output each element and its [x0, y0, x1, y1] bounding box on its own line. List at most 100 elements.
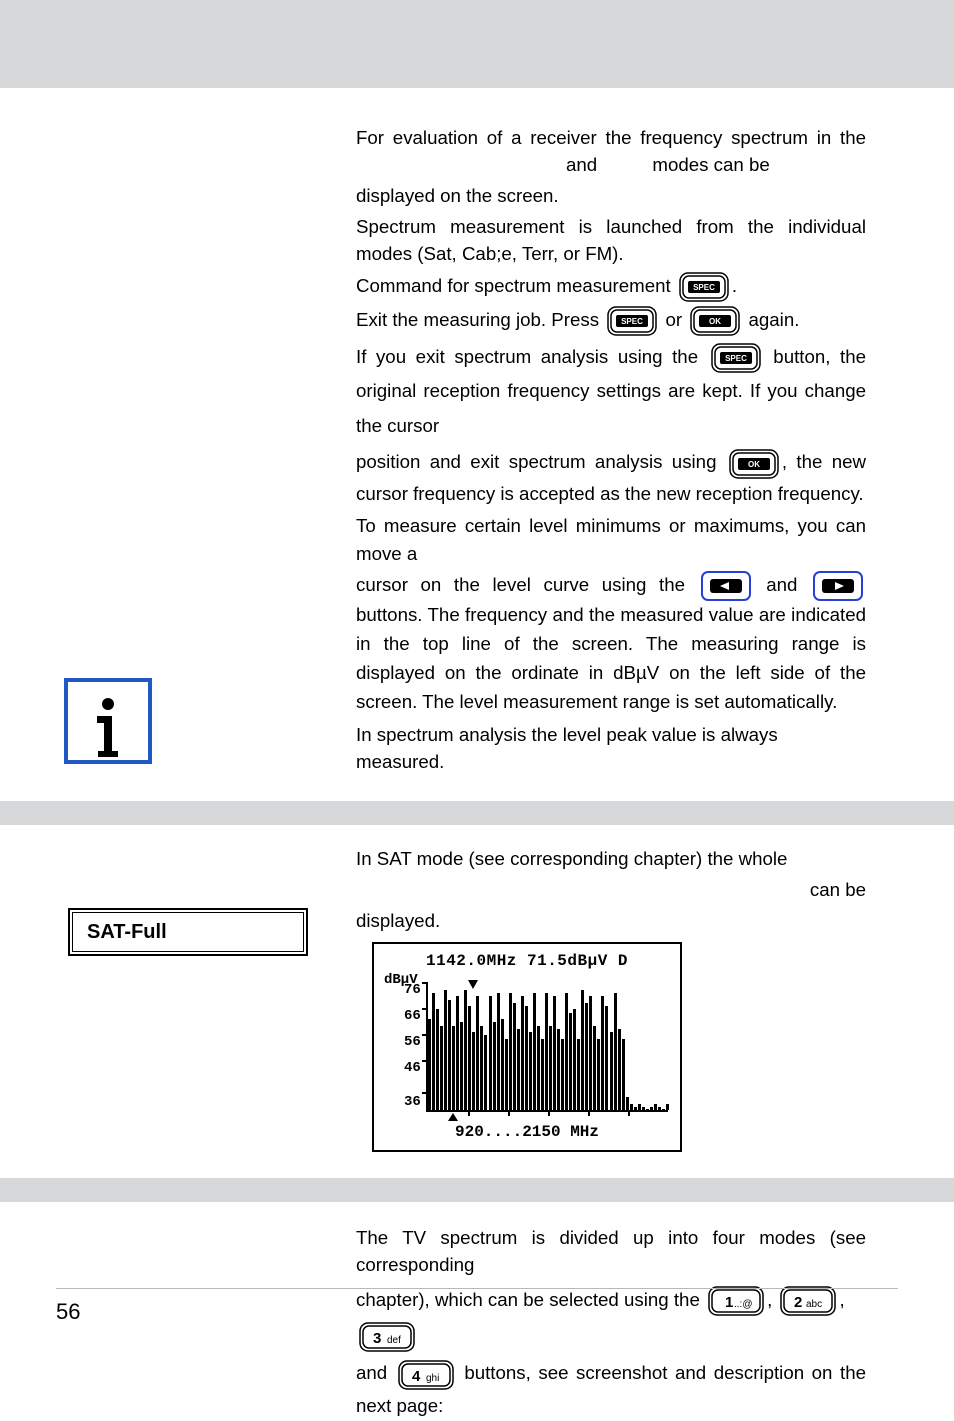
chart-bar	[593, 1026, 596, 1111]
t: In SAT mode (see corresponding chapter) …	[356, 848, 787, 869]
left-arrow-button-icon	[701, 571, 751, 601]
t: Spectrum measurement is launched from th…	[356, 213, 866, 267]
chart-bar	[472, 1032, 475, 1110]
chart-bar	[493, 1022, 496, 1110]
t: Exit the measuring job. Press	[356, 309, 599, 330]
chart-bar	[464, 990, 467, 1110]
chart-bar	[577, 1039, 580, 1111]
footer-divider	[56, 1288, 898, 1289]
chart-bar	[460, 1022, 463, 1110]
t: To measure certain level minimums or max…	[356, 512, 866, 566]
chart-bar	[614, 993, 617, 1110]
svg-text:OK: OK	[748, 460, 760, 469]
chart-bar	[662, 1109, 665, 1110]
svg-text:1: 1	[725, 1294, 733, 1311]
t: can be	[356, 876, 866, 903]
chart-bar	[589, 996, 592, 1110]
chart-bar	[448, 1000, 451, 1111]
t: and	[356, 154, 597, 175]
t: For evaluation of a receiver the frequen…	[356, 127, 866, 148]
spec-button-icon: SPEC	[607, 306, 657, 336]
chart-bar	[634, 1107, 637, 1110]
para-number-keys-2: and 4ghi buttons, see screenshot and des…	[356, 1357, 866, 1421]
t: Command for spectrum measurement	[356, 275, 671, 296]
chart-bar	[573, 1009, 576, 1110]
chart-y-tick: 56	[404, 1032, 421, 1052]
header-bar	[0, 0, 954, 88]
chart-bar	[626, 1097, 629, 1110]
chart-bar	[666, 1104, 669, 1111]
para-number-keys: chapter), which can be selected using th…	[356, 1282, 866, 1353]
svg-text:3: 3	[373, 1330, 381, 1347]
t: displayed on the screen.	[356, 182, 866, 209]
t: ,	[839, 1289, 844, 1310]
ok-button-icon: OK	[729, 449, 779, 479]
chart-bar	[428, 1019, 431, 1110]
chart-title: 1142.0MHz 71.5dBµV D	[374, 950, 680, 973]
chart-bar	[553, 996, 556, 1110]
chart-bar	[646, 1109, 649, 1110]
para-cmd: Command for spectrum measurement SPEC.	[356, 272, 866, 302]
svg-text:ghi: ghi	[426, 1373, 439, 1384]
chart-bar	[537, 1026, 540, 1111]
para-exit-spec: If you exit spectrum analysis using the …	[356, 340, 866, 444]
t: ,	[767, 1289, 772, 1310]
sat-full-label: SAT-Full	[87, 921, 167, 944]
t: If you exit spectrum analysis using the	[356, 346, 698, 367]
spec-button-icon: SPEC	[679, 272, 729, 302]
chart-bar	[605, 1006, 608, 1110]
chart-bar	[569, 1013, 572, 1111]
chart-bar	[549, 1026, 552, 1111]
chart-bar	[440, 1026, 443, 1111]
t: cursor on the level curve using the	[356, 574, 685, 595]
chart-bar	[642, 1107, 645, 1110]
svg-text:SPEC: SPEC	[725, 354, 747, 363]
t: The TV spectrum is divided up into four …	[356, 1224, 866, 1278]
chart-bar	[436, 1009, 439, 1110]
chart-bar	[638, 1104, 641, 1111]
keypad-4-icon: 4ghi	[398, 1360, 454, 1390]
svg-text:abc: abc	[806, 1299, 822, 1310]
chart-bar	[557, 1029, 560, 1110]
chart-bar	[618, 1029, 621, 1110]
chart-bar	[541, 1039, 544, 1111]
t: again.	[749, 309, 800, 330]
chart-bar	[525, 1006, 528, 1110]
chart-bar	[630, 1104, 633, 1111]
chart-bar	[565, 993, 568, 1110]
section-divider	[0, 1178, 954, 1202]
t: and	[356, 1362, 387, 1383]
t: In spectrum analysis the level peak valu…	[356, 721, 866, 775]
ok-button-icon: OK	[690, 306, 740, 336]
chart-bar	[654, 1104, 657, 1111]
para-intro: For evaluation of a receiver the frequen…	[356, 124, 866, 178]
chart-bar	[432, 993, 435, 1110]
chart-bar	[444, 990, 447, 1110]
chart-x-label: 920....2150 MHz	[374, 1121, 680, 1144]
chart-bar	[480, 1026, 483, 1111]
chart-y-tick: 66	[404, 1006, 421, 1026]
page-number: 56	[56, 1299, 80, 1325]
info-icon	[64, 678, 152, 764]
t: chapter), which can be selected using th…	[356, 1289, 700, 1310]
keypad-2-icon: 2abc	[780, 1286, 836, 1316]
chart-bar	[585, 1003, 588, 1110]
svg-text:..:@: ..:@	[734, 1299, 753, 1310]
chart-bar	[529, 1032, 532, 1110]
t: displayed.	[356, 907, 866, 934]
chart-bar	[581, 990, 584, 1110]
t: buttons. The frequency and the measured …	[356, 604, 866, 712]
chart-bar	[533, 993, 536, 1110]
chart-bar	[622, 1039, 625, 1111]
svg-text:def: def	[387, 1335, 401, 1346]
t: modes can be	[602, 154, 769, 175]
para-cursor: cursor on the level curve using the and …	[356, 571, 866, 717]
t: and	[766, 574, 797, 595]
t: or	[665, 309, 682, 330]
t: .	[732, 275, 737, 296]
chart-bar	[517, 1029, 520, 1110]
chart-bar	[468, 1006, 471, 1110]
chart-bar	[658, 1107, 661, 1110]
chart-bar	[610, 1032, 613, 1110]
chart-y-tick: 36	[404, 1092, 421, 1112]
